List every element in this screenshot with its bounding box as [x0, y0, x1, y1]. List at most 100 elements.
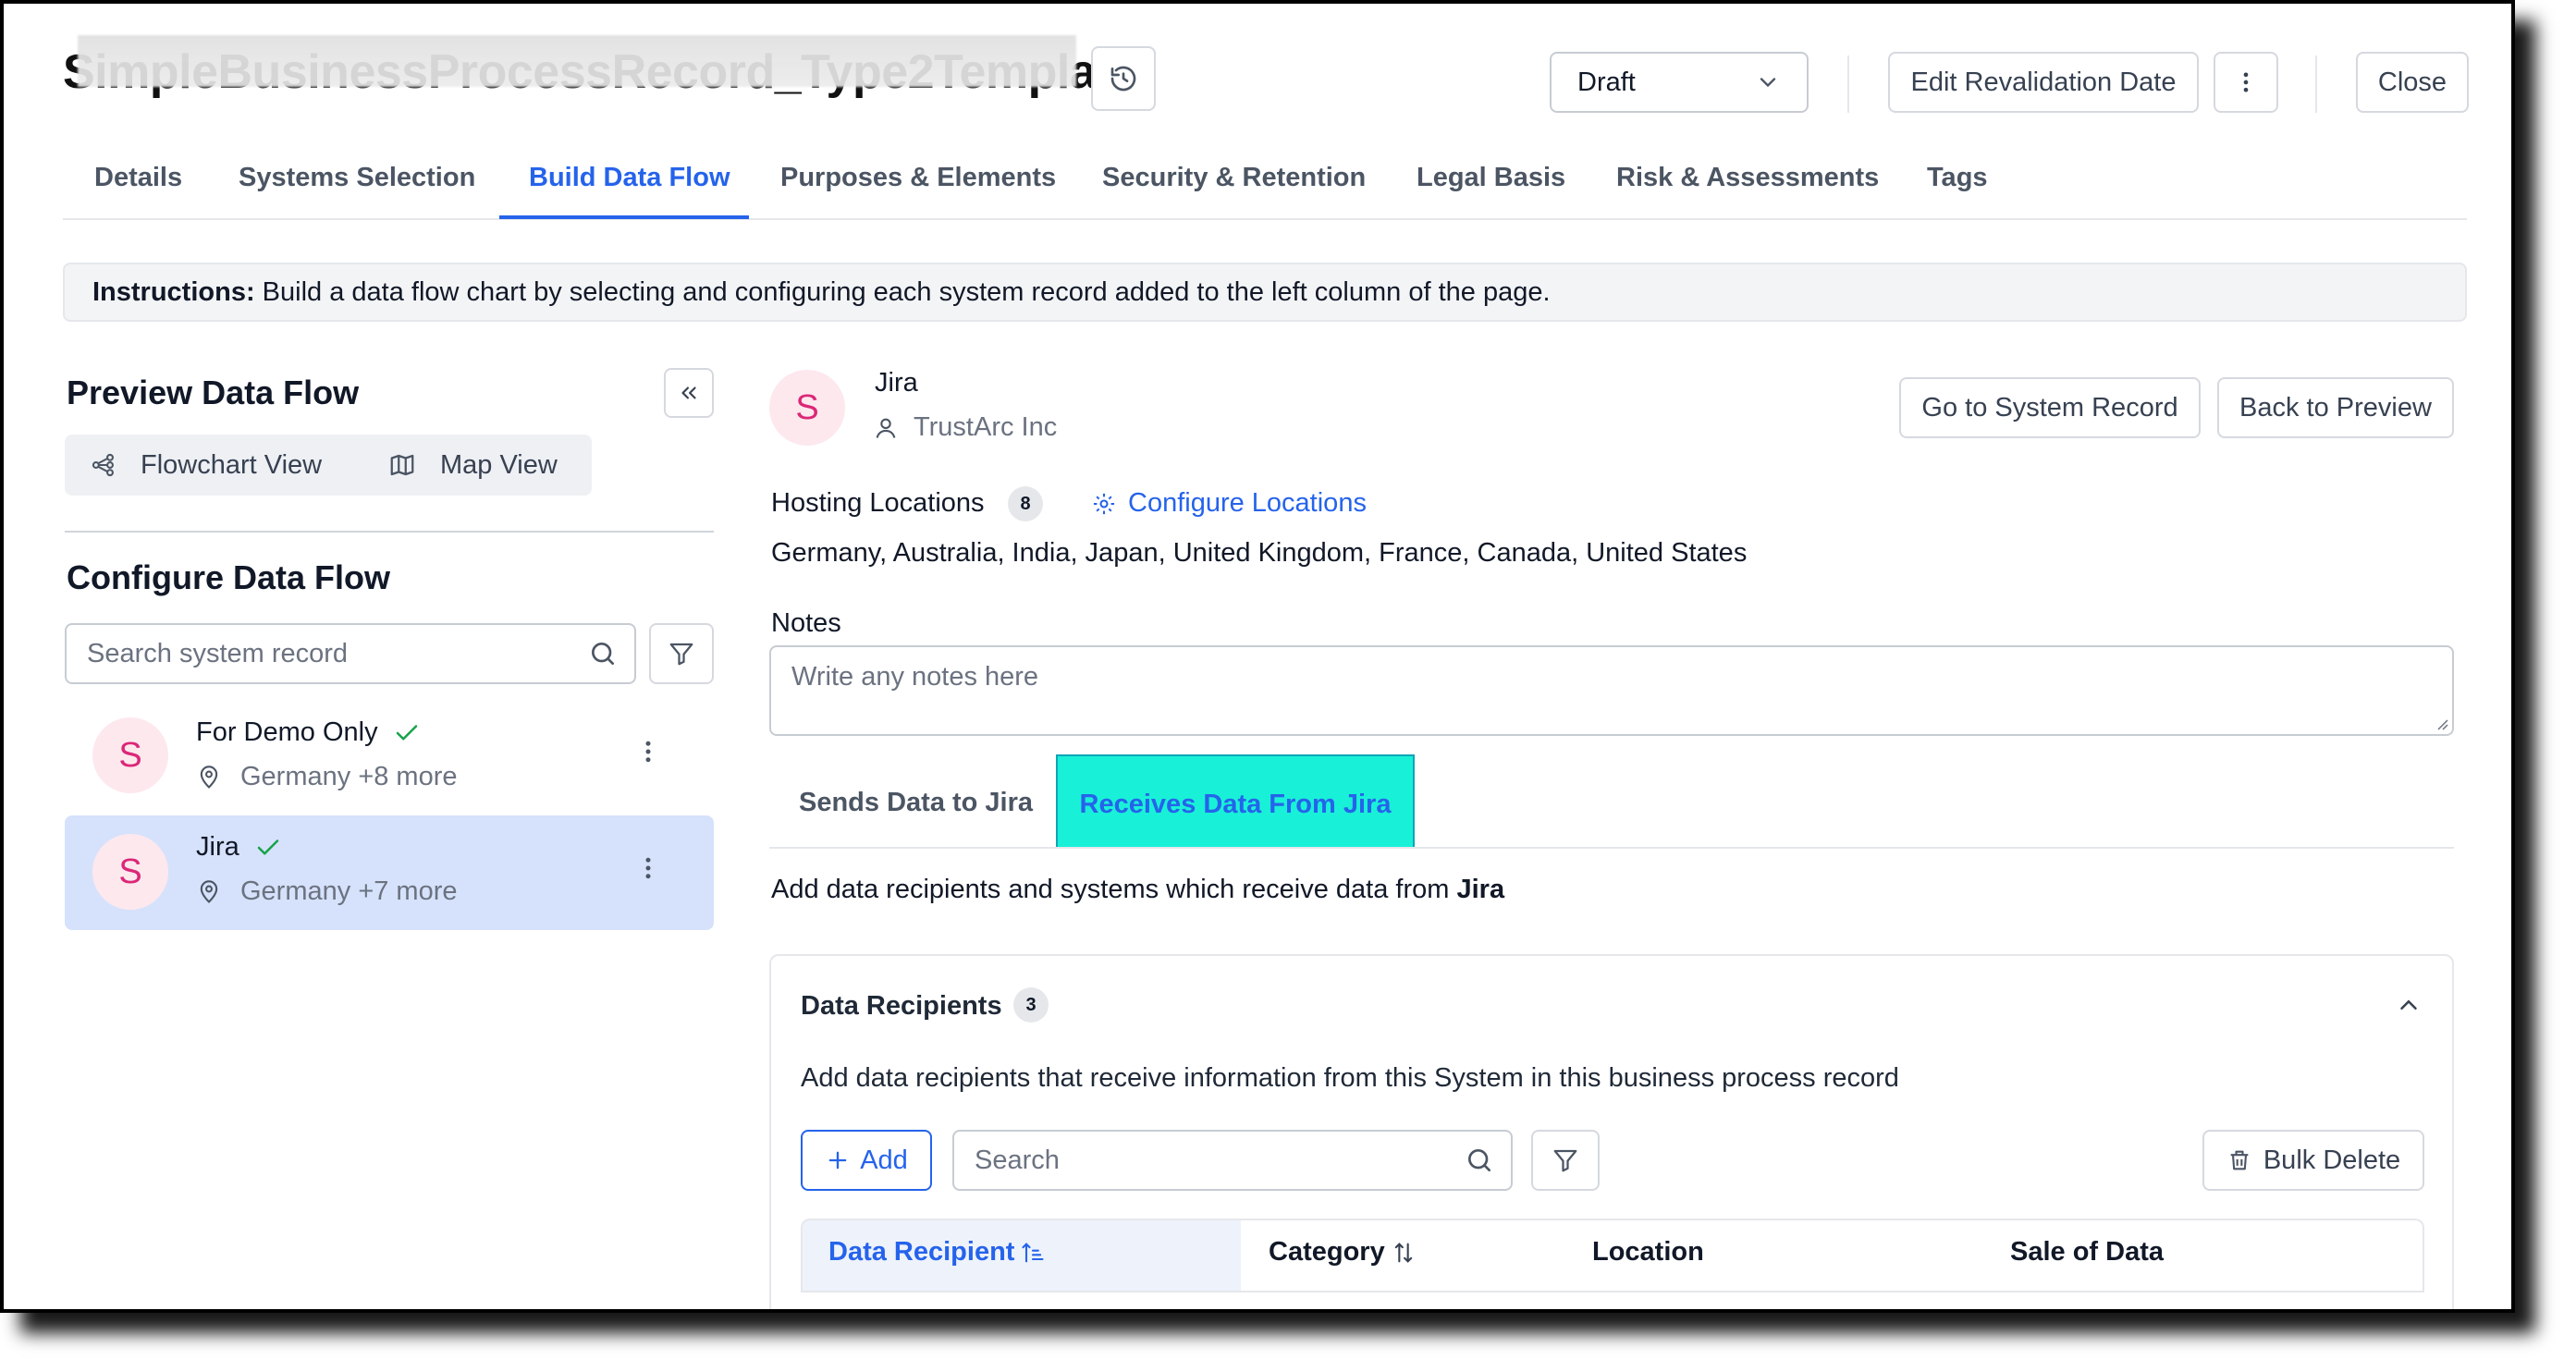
- header-divider: [2315, 55, 2317, 113]
- tab-purposes-elements[interactable]: Purposes & Elements: [780, 163, 1056, 193]
- receives-description: Add data recipients and systems which re…: [771, 875, 1504, 905]
- trash-icon: [2226, 1147, 2252, 1173]
- chevron-up-icon: [2395, 991, 2423, 1019]
- column-category-label: Category: [1269, 1237, 1385, 1267]
- hosting-locations-list: Germany, Australia, India, Japan, United…: [771, 538, 1748, 568]
- tab-tags[interactable]: Tags: [1927, 163, 1988, 193]
- instructions-banner: Instructions: Build a data flow chart by…: [63, 263, 2467, 322]
- resize-handle-icon[interactable]: [2434, 716, 2448, 730]
- system-locations: Germany +7 more: [240, 876, 458, 906]
- view-toggle: Flowchart View Map View: [65, 435, 592, 496]
- avatar: S: [92, 717, 168, 793]
- receives-description-system: Jira: [1456, 875, 1505, 904]
- system-search-input[interactable]: Search system record: [65, 623, 636, 684]
- subtabs-divider: [769, 847, 2454, 849]
- more-options-button[interactable]: [2214, 52, 2278, 113]
- redaction-blur: [78, 35, 1076, 87]
- avatar: S: [92, 834, 168, 910]
- flowchart-view-button[interactable]: Flowchart View: [91, 435, 322, 496]
- app-window: SimpleBusinessProcessRecord_Type2Templat…: [0, 0, 2515, 1313]
- notes-placeholder: Write any notes here: [791, 662, 1039, 692]
- map-icon: [388, 451, 416, 479]
- list-item-jira[interactable]: S Jira Germany +7 more: [65, 815, 714, 930]
- table-header-divider: [803, 1291, 2423, 1292]
- history-button[interactable]: [1091, 46, 1156, 111]
- history-icon: [1109, 64, 1138, 93]
- tab-risk-assessments[interactable]: Risk & Assessments: [1616, 163, 1879, 193]
- filter-recipients-button[interactable]: [1531, 1130, 1600, 1191]
- tab-security-retention[interactable]: Security & Retention: [1102, 163, 1366, 193]
- map-view-button[interactable]: Map View: [388, 435, 558, 496]
- filter-systems-button[interactable]: [649, 623, 714, 684]
- recipient-search-placeholder: Search: [975, 1145, 1060, 1175]
- instructions-prefix: Instructions:: [92, 276, 255, 307]
- column-category[interactable]: Category: [1269, 1237, 1417, 1268]
- search-icon: [1465, 1145, 1494, 1175]
- list-item-for-demo-only[interactable]: S For Demo Only Germany +8 more: [65, 701, 714, 812]
- tab-receives-data[interactable]: Receives Data From Jira: [1056, 754, 1415, 849]
- status-select-value: Draft: [1577, 67, 1636, 97]
- filter-icon: [1552, 1146, 1579, 1174]
- edit-revalidation-date-button[interactable]: Edit Revalidation Date: [1888, 52, 2199, 113]
- go-to-system-record-label: Go to System Record: [1921, 392, 2178, 423]
- system-name: Jira: [875, 368, 918, 398]
- check-icon: [254, 834, 282, 862]
- status-select[interactable]: Draft: [1550, 52, 1809, 113]
- receives-description-text: Add data recipients and systems which re…: [771, 875, 1457, 904]
- sort-icon: [1391, 1240, 1417, 1266]
- add-recipient-button[interactable]: Add: [801, 1130, 932, 1191]
- more-vertical-icon: [2233, 69, 2259, 95]
- data-recipients-count-badge: 3: [1013, 987, 1049, 1023]
- flowchart-icon: [91, 452, 117, 478]
- search-icon: [588, 639, 618, 668]
- close-button[interactable]: Close: [2356, 52, 2469, 113]
- hosting-locations-count-badge: 8: [1008, 486, 1043, 521]
- system-avatar: S: [769, 370, 845, 446]
- tab-legal-basis[interactable]: Legal Basis: [1417, 163, 1565, 193]
- chevrons-left-icon: [677, 381, 701, 405]
- tab-systems-selection[interactable]: Systems Selection: [239, 163, 475, 193]
- column-location[interactable]: Location: [1592, 1237, 1704, 1268]
- plus-icon: [825, 1147, 851, 1173]
- notes-textarea[interactable]: Write any notes here: [769, 645, 2454, 736]
- collapse-card-button[interactable]: [2395, 991, 2423, 1019]
- tab-build-data-flow[interactable]: Build Data Flow: [529, 163, 730, 193]
- more-vertical-icon: [634, 854, 662, 882]
- edit-revalidation-date-label: Edit Revalidation Date: [1910, 67, 2177, 97]
- instructions-text: Build a data flow chart by selecting and…: [254, 276, 1551, 307]
- system-vendor: TrustArc Inc: [914, 412, 1058, 442]
- system-more-button[interactable]: [634, 854, 662, 882]
- left-divider: [65, 531, 714, 533]
- column-sale-of-data[interactable]: Sale of Data: [2010, 1237, 2164, 1268]
- configure-locations-link[interactable]: Configure Locations: [1091, 488, 1367, 519]
- gear-icon: [1091, 491, 1117, 517]
- tab-sends-data[interactable]: Sends Data to Jira: [799, 788, 1033, 818]
- go-to-system-record-button[interactable]: Go to System Record: [1899, 377, 2201, 438]
- close-label: Close: [2377, 67, 2447, 97]
- system-more-button[interactable]: [634, 738, 662, 766]
- location-pin-icon: [196, 879, 222, 905]
- data-recipients-title: Data Recipients: [801, 991, 1002, 1021]
- more-vertical-icon: [634, 738, 662, 766]
- header-divider: [1847, 55, 1849, 113]
- tab-receives-data-label: Receives Data From Jira: [1079, 790, 1392, 819]
- filter-icon: [668, 640, 695, 668]
- preview-data-flow-title: Preview Data Flow: [67, 374, 360, 411]
- tab-details[interactable]: Details: [94, 163, 182, 193]
- back-to-preview-button[interactable]: Back to Preview: [2217, 377, 2454, 438]
- chevron-down-icon: [1755, 69, 1781, 95]
- map-view-label: Map View: [440, 449, 558, 480]
- sort-ascending-icon: [1020, 1240, 1046, 1266]
- collapse-panel-button[interactable]: [664, 368, 714, 418]
- notes-label: Notes: [771, 608, 841, 638]
- tabs-divider: [63, 218, 2467, 220]
- column-data-recipient[interactable]: Data Recipient: [828, 1237, 1046, 1268]
- flowchart-view-label: Flowchart View: [141, 449, 323, 480]
- add-recipient-label: Add: [860, 1145, 908, 1175]
- configure-locations-label: Configure Locations: [1128, 488, 1367, 518]
- hosting-locations-label: Hosting Locations: [771, 488, 985, 518]
- check-icon: [393, 719, 421, 747]
- bulk-delete-button[interactable]: Bulk Delete: [2202, 1130, 2424, 1191]
- recipient-search-input[interactable]: Search: [952, 1130, 1513, 1191]
- system-locations: Germany +8 more: [240, 762, 458, 791]
